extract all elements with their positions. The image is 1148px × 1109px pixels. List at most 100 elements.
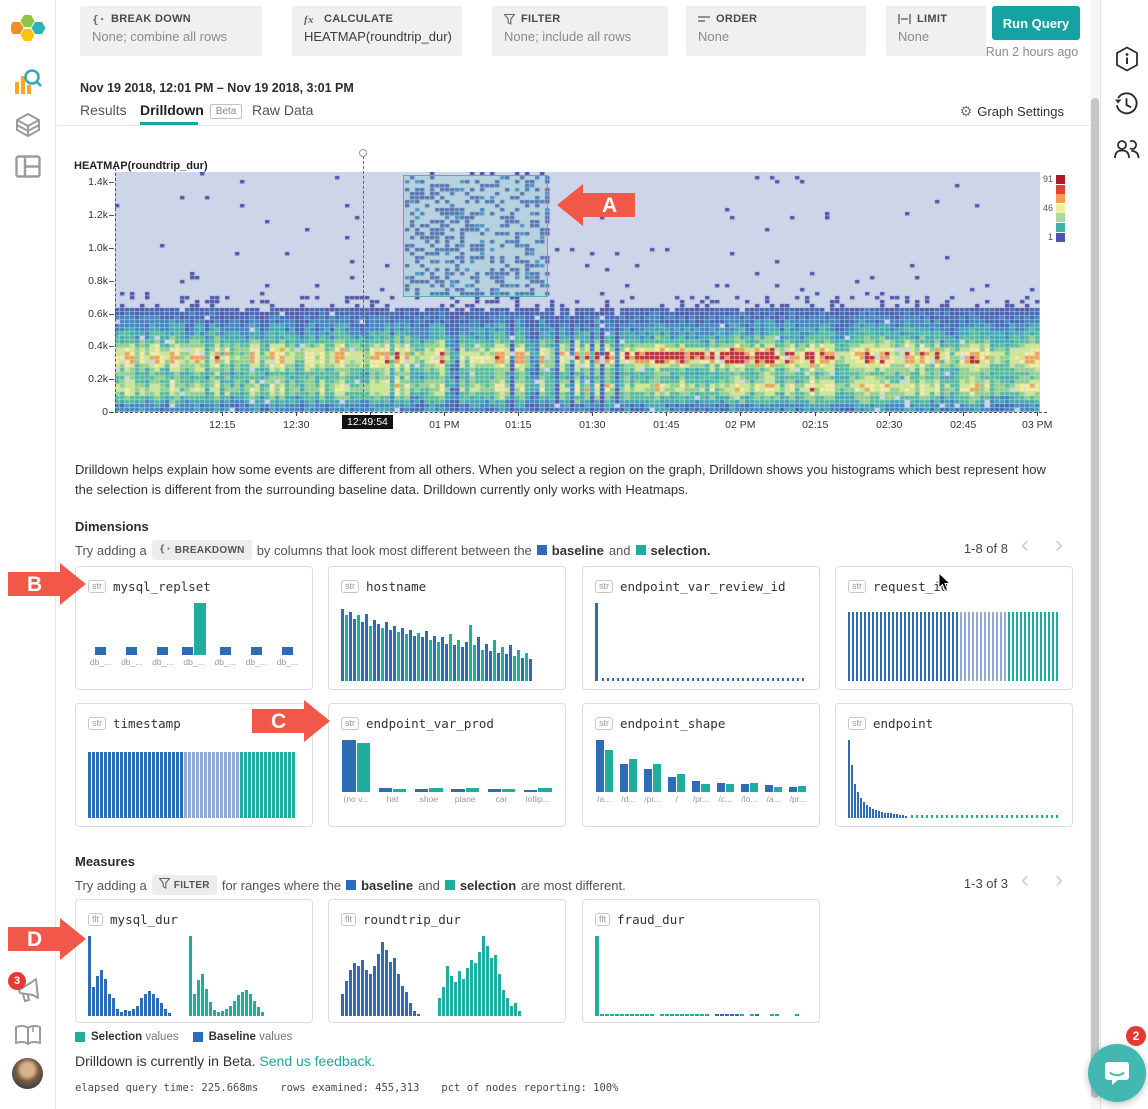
clause-calculate[interactable]: fxCALCULATEHEATMAP(roundtrip_dur) <box>292 6 462 56</box>
x-tick-label: 12:30 <box>274 419 318 431</box>
card-endpoint_shape[interactable]: strendpoint_shape/a.../d.../pr...//pr...… <box>582 703 820 827</box>
clause-label: LIMIT <box>917 13 947 25</box>
bar-label: db_... <box>150 657 175 667</box>
y-tick-label: 0.4k <box>70 340 108 352</box>
card-request_id[interactable]: strrequest_id <box>835 566 1073 690</box>
card-endpoint_var_review_id[interactable]: strendpoint_var_review_id <box>582 566 820 690</box>
measures-next-button[interactable]: › <box>1046 868 1072 894</box>
type-chip-flt: flt <box>88 913 103 927</box>
type-chip-str: str <box>595 717 613 731</box>
x-tick-label: 01 PM <box>422 419 466 431</box>
y-tick-label: 1.4k <box>70 176 108 188</box>
type-chip-str: str <box>341 717 359 731</box>
bar-label: car <box>486 794 516 804</box>
clause-limit[interactable]: LIMITNone <box>886 6 986 56</box>
card-fraud_dur[interactable]: fltfraud_dur <box>582 899 820 1023</box>
date-range[interactable]: Nov 19 2018, 12:01 PM – Nov 19 2018, 3:0… <box>80 81 354 95</box>
heatmap-selection-region[interactable] <box>403 175 548 297</box>
clause-order[interactable]: ORDERNone <box>686 6 866 56</box>
clause-label: FILTER <box>521 13 560 25</box>
query-nav-icon[interactable] <box>14 68 42 98</box>
bar-label: db_... <box>275 657 300 667</box>
dimensions-prev-button[interactable]: ‹ <box>1012 533 1038 559</box>
svg-text:C: C <box>271 710 286 733</box>
docs-book-icon[interactable] <box>14 1024 42 1046</box>
clause-break-down[interactable]: {··}BREAK DOWNNone; combine all rows <box>80 6 262 56</box>
clause-value: None; combine all rows <box>92 29 250 44</box>
intercom-launcher[interactable] <box>1088 1044 1146 1102</box>
run-query-button[interactable]: Run Query <box>992 6 1080 40</box>
selection-swatch <box>445 880 455 890</box>
card-mysql_replset[interactable]: strmysql_replsetdb_...db_...db_...db_...… <box>75 566 313 690</box>
time-cursor-handle[interactable] <box>359 149 367 157</box>
measures-title: Measures <box>75 854 135 869</box>
info-hexagon-icon[interactable] <box>1115 46 1139 72</box>
card-endpoint_var_prod[interactable]: strendpoint_var_prod(no v...hatshoeplane… <box>328 703 566 827</box>
card-title: endpoint_var_prod <box>366 716 494 731</box>
measures-hint: Try adding aFILTERfor ranges where theba… <box>75 874 626 896</box>
dimensions-title: Dimensions <box>75 519 149 534</box>
y-tick-label: 1.0k <box>70 242 108 254</box>
filter-chip-icon <box>159 878 170 892</box>
time-cursor-line[interactable] <box>363 156 364 412</box>
type-chip-str: str <box>341 580 359 594</box>
clause-filter[interactable]: FILTER None; include all rows <box>492 6 668 56</box>
legend-value-label: 1 <box>1038 232 1053 242</box>
card-histogram <box>341 936 553 1016</box>
card-endpoint[interactable]: strendpoint <box>835 703 1073 827</box>
bar-label: db_... <box>213 657 238 667</box>
selection-swatch <box>636 545 646 555</box>
clause-value: None; include all rows <box>504 29 656 44</box>
card-hostname[interactable]: strhostname <box>328 566 566 690</box>
type-chip-str: str <box>848 717 866 731</box>
card-histogram <box>595 603 807 681</box>
tab-results[interactable]: Results <box>80 102 127 118</box>
svg-text:D: D <box>27 928 42 951</box>
history-clock-icon[interactable] <box>1114 92 1139 117</box>
boards-nav-icon[interactable] <box>15 155 41 178</box>
team-icon[interactable] <box>1113 138 1140 160</box>
bar-label: /pr... <box>643 794 661 804</box>
card-title: mysql_dur <box>110 912 178 927</box>
clause-value: HEATMAP(roundtrip_dur) <box>304 29 450 44</box>
card-title: endpoint_var_review_id <box>620 579 786 594</box>
dimensions-hint: Try adding a{··}BREAKDOWNby columns that… <box>75 539 711 561</box>
y-tick-label: 0.8k <box>70 275 108 287</box>
beta-chip: Beta <box>210 104 243 119</box>
x-tick-label: 02 PM <box>718 419 762 431</box>
dimensions-next-button[interactable]: › <box>1046 533 1072 559</box>
baseline-color-swatch <box>193 1032 203 1042</box>
histogram-legend: Selection values Baseline values <box>75 1031 292 1043</box>
card-roundtrip_dur[interactable]: fltroundtrip_dur <box>328 899 566 1023</box>
order-icon <box>698 14 710 24</box>
x-tick-label: 12:15 <box>200 419 244 431</box>
y-tick-label: 0.6k <box>70 308 108 320</box>
card-histogram <box>848 603 1060 681</box>
card-histogram <box>595 936 807 1016</box>
run-status-text: Run 2 hours ago <box>980 45 1084 61</box>
card-mysql_dur[interactable]: flt mysql_dur <box>75 899 313 1023</box>
card-histogram: /a.../d.../pr...//pr.../c.../lo.../a.../… <box>595 740 807 804</box>
scrollbar-thumb[interactable] <box>1091 98 1099 1098</box>
annotation-arrow-C: C <box>252 699 330 743</box>
type-chip-str: str <box>88 717 106 731</box>
user-avatar[interactable] <box>12 1058 43 1089</box>
datasets-nav-icon[interactable] <box>15 112 41 138</box>
breakdown-icon: {··} <box>92 13 105 25</box>
type-chip-str: str <box>848 580 866 594</box>
feedback-link[interactable]: Send us feedback. <box>259 1053 375 1069</box>
graph-settings-button[interactable]: ⚙Graph Settings <box>952 103 1064 120</box>
baseline-swatch <box>346 880 356 890</box>
calculate-icon: fx <box>304 13 318 25</box>
tab-drilldown[interactable]: DrilldownBeta <box>140 102 242 119</box>
y-tick-label: 1.2k <box>70 209 108 221</box>
tab-raw-data[interactable]: Raw Data <box>252 102 313 118</box>
bar-label: db_... <box>244 657 269 667</box>
annotation-arrow-D: D <box>8 917 86 961</box>
filter-chip: FILTER <box>152 875 217 895</box>
card-title: roundtrip_dur <box>363 912 461 927</box>
x-tick-label: 02:15 <box>793 419 837 431</box>
annotation-arrow-B: B <box>8 562 86 606</box>
measures-prev-button[interactable]: ‹ <box>1012 868 1038 894</box>
honeycomb-logo-icon[interactable] <box>11 14 45 44</box>
